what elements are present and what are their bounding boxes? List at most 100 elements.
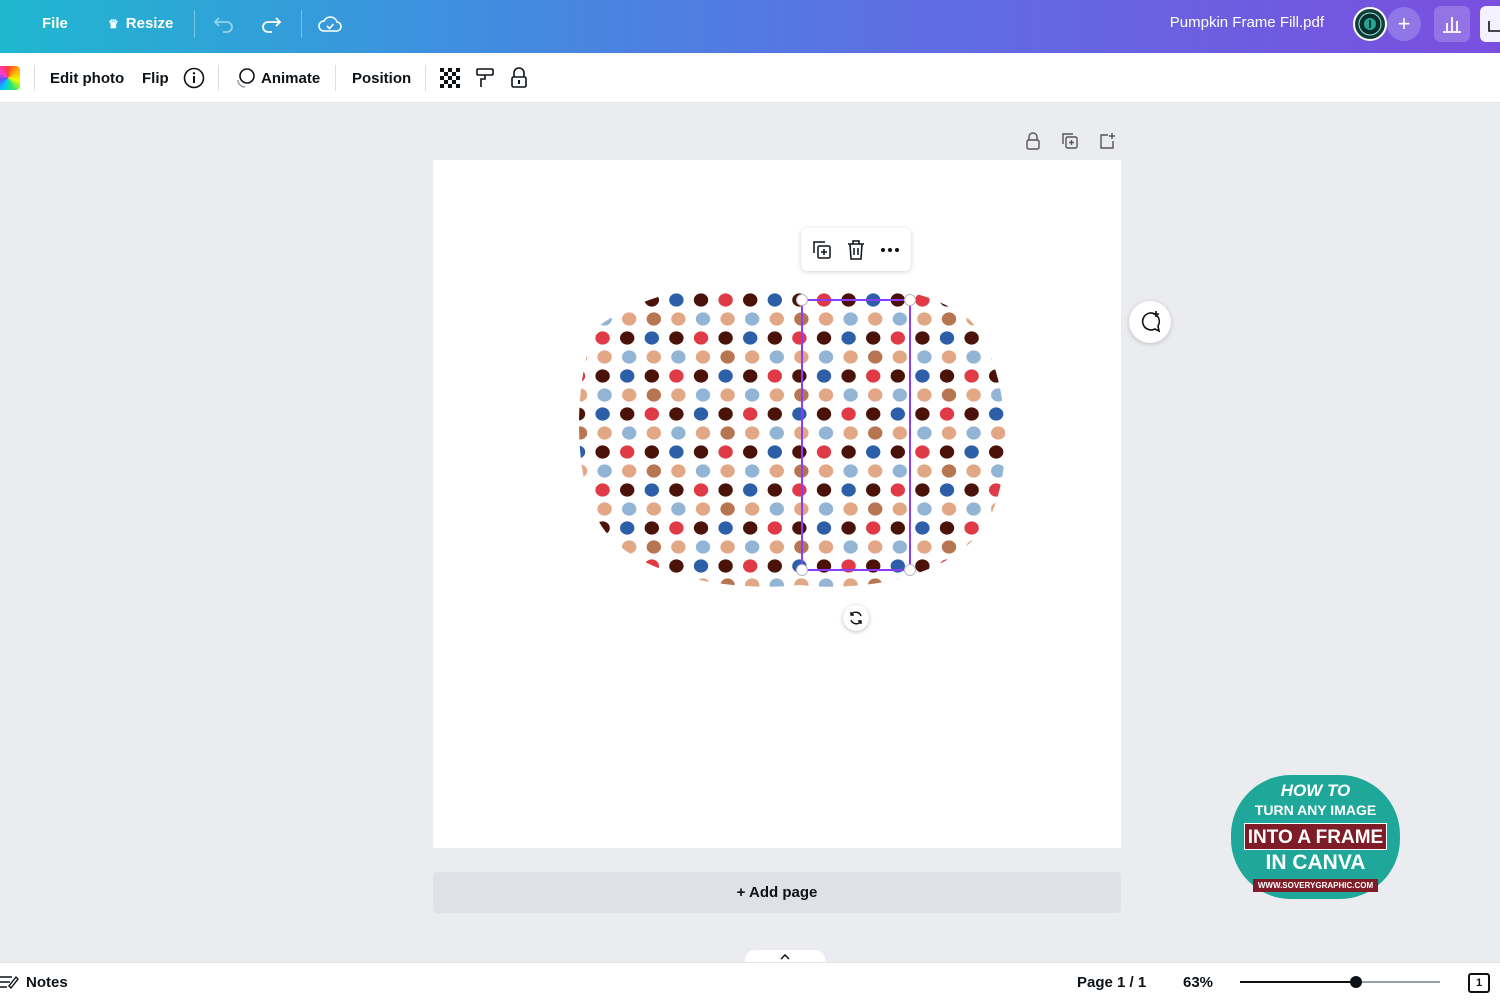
pattern-dot — [941, 578, 957, 587]
pattern-dot — [792, 331, 807, 345]
pattern-dot — [964, 445, 979, 459]
pattern-dot — [866, 521, 881, 535]
pattern-dot — [818, 540, 834, 554]
pattern-dot — [843, 426, 858, 440]
pattern-dot — [866, 483, 881, 497]
pattern-dot — [892, 464, 907, 478]
pattern-dot — [843, 578, 858, 587]
pattern-dot — [579, 350, 588, 364]
pattern-dot — [620, 483, 635, 497]
pattern-dot — [671, 578, 686, 587]
pattern-dot — [622, 350, 637, 364]
pattern-dot — [693, 369, 709, 383]
pattern-dot — [816, 445, 832, 459]
resize-handle[interactable] — [904, 564, 916, 576]
pattern-dot — [745, 578, 760, 587]
pattern-dot — [966, 388, 981, 402]
pattern-dot — [769, 464, 784, 478]
pattern-dot — [718, 445, 733, 459]
zoom-percentage[interactable]: 63% — [1183, 963, 1213, 1000]
pattern-dot — [892, 388, 907, 402]
pattern-dot — [915, 521, 930, 535]
resize-handle[interactable] — [796, 294, 808, 306]
pattern-dot — [892, 312, 907, 326]
pattern-dot — [745, 350, 760, 364]
pattern-dot — [695, 540, 711, 554]
pattern-dot — [644, 407, 659, 421]
pattern-dot — [841, 483, 856, 497]
add-comment-icon[interactable] — [1129, 301, 1171, 343]
pattern-dot — [597, 312, 612, 326]
more-options-icon[interactable] — [876, 236, 904, 264]
pattern-dot — [991, 388, 1006, 402]
pattern-dot — [868, 540, 883, 554]
badge-url: WWW.SOVERYGRAPHIC.COM — [1253, 879, 1378, 892]
tutorial-badge: HOW TO TURN ANY IMAGE INTO A FRAME IN CA… — [1231, 775, 1400, 899]
pattern-dot — [622, 540, 637, 554]
pattern-dot — [890, 407, 905, 421]
pattern-dot — [595, 369, 610, 383]
pattern-dot — [964, 369, 979, 383]
pattern-dot — [767, 293, 782, 307]
pattern-dot — [816, 331, 832, 345]
trash-icon[interactable] — [842, 236, 870, 264]
pattern-dot — [917, 502, 932, 516]
pattern-dot — [868, 350, 883, 364]
pattern-dot — [644, 559, 659, 573]
pattern-dot — [595, 331, 610, 345]
zoom-slider[interactable] — [1240, 976, 1440, 988]
pattern-dot — [695, 464, 711, 478]
pattern-dot — [720, 426, 735, 440]
pattern-dot — [866, 445, 881, 459]
page-indicator[interactable]: Page 1 / 1 — [1077, 963, 1146, 1000]
pattern-dot — [671, 426, 686, 440]
pattern-dot — [579, 445, 586, 459]
pattern-dot — [767, 407, 782, 421]
rotate-icon[interactable] — [843, 605, 869, 631]
duplicate-icon[interactable] — [808, 236, 836, 264]
pattern-dot — [622, 388, 637, 402]
pattern-dot — [892, 540, 907, 554]
pattern-dot — [866, 331, 881, 345]
pattern-dot — [720, 502, 735, 516]
resize-handle[interactable] — [904, 294, 916, 306]
pattern-dot — [868, 426, 883, 440]
pattern-dot — [579, 540, 588, 554]
add-page-button[interactable]: + Add page — [433, 872, 1121, 913]
pattern-dot — [644, 521, 659, 535]
pattern-dot — [745, 388, 760, 402]
pattern-dot — [620, 331, 635, 345]
pattern-dot — [868, 312, 883, 326]
pattern-dot — [693, 293, 709, 307]
badge-line-4: IN CANVA — [1265, 851, 1366, 874]
pattern-dot — [890, 331, 905, 345]
pattern-dot — [720, 540, 735, 554]
pattern-dot — [743, 445, 758, 459]
notes-button[interactable]: Notes — [0, 963, 68, 1000]
badge-line-2: TURN ANY IMAGE — [1254, 802, 1377, 818]
pattern-dot — [622, 578, 637, 587]
pattern-dot — [939, 407, 955, 421]
pattern-dot — [892, 578, 907, 587]
pattern-dot — [841, 407, 856, 421]
pattern-dot — [966, 312, 981, 326]
pattern-dot — [769, 578, 784, 587]
pattern-dot — [964, 331, 979, 345]
pattern-dot — [818, 388, 834, 402]
pattern-dot — [743, 407, 758, 421]
pattern-dot — [939, 559, 955, 573]
pattern-dot — [595, 559, 610, 573]
pattern-dot — [693, 407, 709, 421]
zoom-slider-handle[interactable] — [1350, 976, 1362, 988]
page-grid-button[interactable]: 1 — [1468, 973, 1490, 993]
pattern-dot — [991, 426, 1006, 440]
pattern-dot — [989, 559, 1004, 573]
pattern-dot — [597, 426, 612, 440]
resize-handle[interactable] — [796, 564, 808, 576]
pattern-dot — [669, 483, 684, 497]
pattern-dot — [695, 426, 711, 440]
pattern-dot — [671, 540, 686, 554]
pattern-dot — [695, 312, 711, 326]
pattern-dot — [669, 369, 684, 383]
pattern-dot — [890, 369, 905, 383]
